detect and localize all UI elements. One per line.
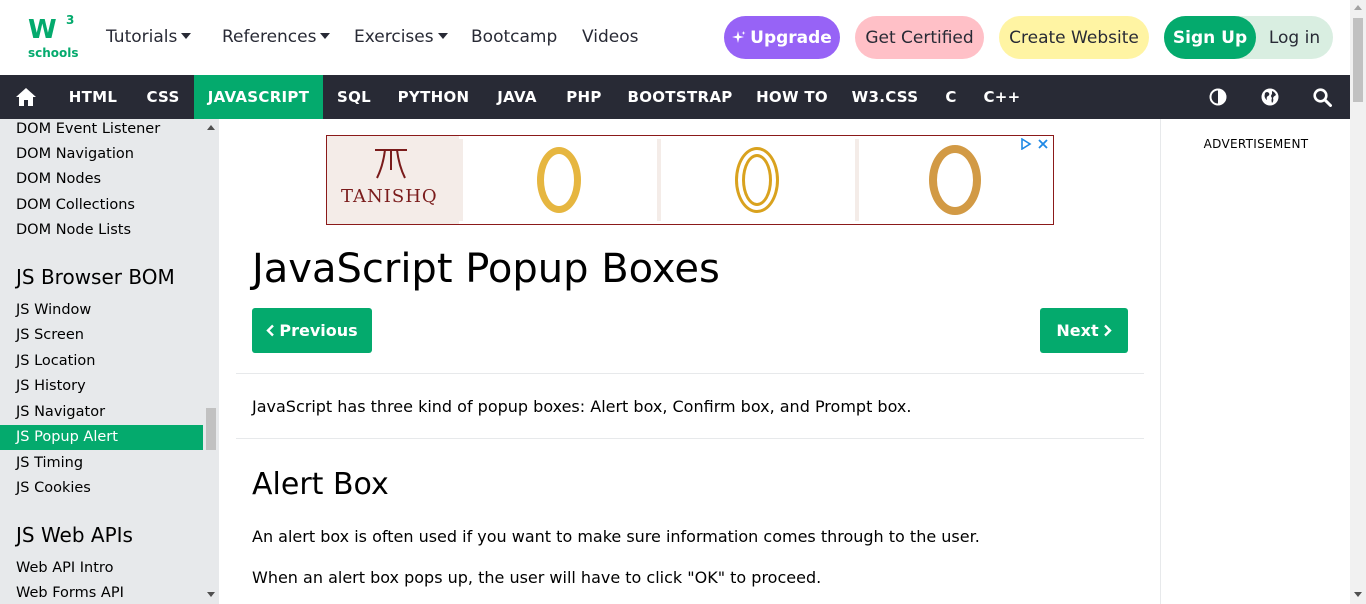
sidebar-heading-browser-bom: JS Browser BOM	[16, 265, 175, 289]
nav-w3css[interactable]: W3.CSS	[840, 75, 930, 119]
log-in-button[interactable]: Log in	[1256, 16, 1333, 59]
ad-product-ring-1	[459, 139, 653, 221]
sidebar-item-dom-event-listener[interactable]: DOM Event Listener	[0, 119, 203, 142]
alert-paragraph-2: When an alert box pops up, the user will…	[252, 568, 822, 587]
auth-buttons: Sign Up Log in	[1164, 16, 1333, 59]
nav-cpp[interactable]: C++	[972, 75, 1032, 119]
scroll-up-arrow-icon[interactable]	[207, 125, 215, 130]
sidebar-item-js-location[interactable]: JS Location	[0, 349, 203, 374]
subject-nav: HTML CSS JAVASCRIPT SQL PYTHON JAVA PHP …	[0, 75, 1350, 119]
scroll-up-arrow-icon[interactable]	[1354, 5, 1362, 10]
alert-paragraph-1: An alert box is often used if you want t…	[252, 527, 980, 546]
page-title: JavaScript Popup Boxes	[252, 246, 720, 292]
language-button[interactable]	[1250, 75, 1290, 119]
chevron-left-icon	[266, 324, 275, 337]
caret-down-icon	[437, 33, 448, 39]
videos-link[interactable]: Videos	[582, 27, 639, 47]
previous-label: Previous	[279, 321, 358, 340]
caret-down-icon	[320, 33, 331, 39]
nav-sql[interactable]: SQL	[323, 75, 385, 119]
ad-product-ring-3	[855, 139, 1049, 221]
tutorials-menu[interactable]: Tutorials	[106, 27, 192, 47]
nav-html[interactable]: HTML	[54, 75, 132, 119]
advertisement-label: ADVERTISEMENT	[1203, 137, 1309, 151]
search-button[interactable]	[1302, 75, 1342, 119]
nav-bootstrap[interactable]: BOOTSTRAP	[616, 75, 744, 119]
ad-brand-panel: TANISHQ	[327, 136, 459, 224]
scroll-down-arrow-icon[interactable]	[207, 592, 215, 597]
sidebar-item-js-popup-alert[interactable]: JS Popup Alert	[0, 425, 203, 450]
nav-how-to[interactable]: HOW TO	[744, 75, 840, 119]
sidebar-item-js-navigator[interactable]: JS Navigator	[0, 400, 203, 425]
sidebar-item-js-history[interactable]: JS History	[0, 374, 203, 399]
tutorials-label: Tutorials	[106, 27, 178, 47]
scroll-down-arrow-icon[interactable]	[1354, 592, 1362, 597]
w3schools-logo[interactable]: W 3 schools	[26, 13, 79, 63]
banner-ad[interactable]: TANISHQ	[326, 135, 1054, 225]
sidebar-item-dom-nodes[interactable]: DOM Nodes	[0, 167, 203, 192]
theme-toggle-button[interactable]	[1198, 75, 1238, 119]
upgrade-label: Upgrade	[750, 27, 832, 48]
page-scroll-thumb[interactable]	[1353, 18, 1363, 102]
next-button[interactable]: Next	[1040, 308, 1128, 353]
right-ad-column: ADVERTISEMENT	[1160, 119, 1350, 604]
get-certified-button[interactable]: Get Certified	[855, 16, 984, 59]
sidebar-item-dom-collections[interactable]: DOM Collections	[0, 193, 203, 218]
ad-product-ring-2	[657, 139, 851, 221]
sidebar-item-web-forms-api[interactable]: Web Forms API	[0, 581, 203, 604]
home-icon	[16, 88, 36, 106]
left-sidebar: DOM Event Listener DOM Navigation DOM No…	[0, 119, 219, 604]
create-website-button[interactable]: Create Website	[999, 16, 1149, 59]
sidebar-item-js-timing[interactable]: JS Timing	[0, 451, 203, 476]
divider	[236, 438, 1144, 439]
ring-icon	[537, 147, 581, 213]
sparkle-icon	[732, 30, 746, 43]
sidebar-item-web-api-intro[interactable]: Web API Intro	[0, 556, 203, 581]
sidebar-heading-web-apis: JS Web APIs	[16, 523, 133, 547]
logo-mark: W	[28, 15, 57, 45]
adchoices-icon[interactable]	[1021, 137, 1049, 153]
ring-icon	[735, 147, 779, 213]
nav-java[interactable]: JAVA	[482, 75, 552, 119]
exercises-menu[interactable]: Exercises	[354, 27, 448, 47]
logo-superscript: 3	[66, 13, 75, 27]
globe-icon	[1261, 88, 1279, 106]
intro-paragraph: JavaScript has three kind of popup boxes…	[252, 397, 912, 416]
nav-c[interactable]: C	[930, 75, 972, 119]
bootcamp-link[interactable]: Bootcamp	[471, 27, 557, 47]
nav-css[interactable]: CSS	[132, 75, 194, 119]
upgrade-button[interactable]: Upgrade	[724, 16, 840, 59]
ring-icon	[929, 145, 981, 215]
references-label: References	[222, 27, 317, 47]
next-label: Next	[1056, 321, 1099, 340]
home-button[interactable]	[6, 75, 46, 119]
previous-button[interactable]: Previous	[252, 308, 372, 353]
sidebar-scroll-thumb[interactable]	[206, 408, 216, 450]
exercises-label: Exercises	[354, 27, 434, 47]
nav-javascript[interactable]: JAVASCRIPT	[194, 75, 323, 119]
top-header: W 3 schools Tutorials References Exercis…	[0, 0, 1350, 75]
logo-text: schools	[28, 46, 79, 60]
chevron-right-icon	[1103, 324, 1112, 337]
nav-php[interactable]: PHP	[552, 75, 616, 119]
divider	[236, 373, 1144, 374]
contrast-icon	[1209, 88, 1227, 106]
caret-down-icon	[181, 33, 192, 39]
sidebar-item-js-cookies[interactable]: JS Cookies	[0, 476, 203, 501]
sign-up-button[interactable]: Sign Up	[1164, 16, 1256, 59]
references-menu[interactable]: References	[222, 27, 331, 47]
sidebar-item-js-screen[interactable]: JS Screen	[0, 323, 203, 348]
ad-brand-name: TANISHQ	[341, 186, 438, 207]
nav-python[interactable]: PYTHON	[385, 75, 482, 119]
tanishq-logo-icon	[375, 149, 407, 179]
sidebar-item-dom-node-lists[interactable]: DOM Node Lists	[0, 218, 203, 243]
main-content: TANISHQ JavaScript Popup Boxes Previous …	[219, 119, 1160, 604]
page-scrollbar[interactable]	[1350, 0, 1366, 604]
alert-box-heading: Alert Box	[252, 467, 389, 502]
sidebar-item-js-window[interactable]: JS Window	[0, 298, 203, 323]
sidebar-item-dom-navigation[interactable]: DOM Navigation	[0, 142, 203, 167]
sidebar-scrollbar[interactable]	[203, 119, 219, 604]
search-icon	[1312, 87, 1332, 107]
